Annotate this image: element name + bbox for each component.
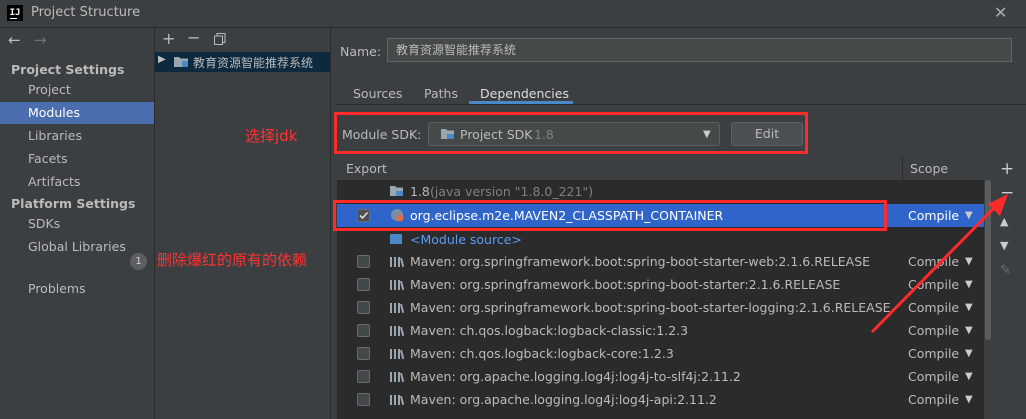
annotation-box-dependency [333, 200, 887, 231]
export-checkbox[interactable] [357, 393, 370, 406]
dependency-name: Maven: org.springframework.boot:spring-b… [410, 277, 841, 292]
module-tree-item[interactable]: ▶ 教育资源智能推荐系统 [155, 52, 330, 72]
expand-arrow-icon[interactable]: ▶ [158, 54, 166, 65]
module-name-label: 教育资源智能推荐系统 [193, 56, 314, 70]
sidebar-item-modules[interactable]: Modules [0, 102, 154, 124]
platform-settings-header: Platform Settings [11, 196, 136, 211]
forward-arrow-icon[interactable]: → [34, 31, 47, 49]
dependency-name: Maven: org.springframework.boot:spring-b… [410, 300, 891, 315]
maven-library-icon [390, 394, 405, 406]
scope-value[interactable]: Compile [908, 369, 959, 384]
scope-column-header[interactable]: Scope [910, 161, 948, 176]
close-icon[interactable]: ✕ [994, 3, 1007, 22]
jdk-name: 1.8 [410, 184, 430, 199]
project-settings-header: Project Settings [11, 62, 125, 77]
sidebar-item-global-libraries[interactable]: Global Libraries [0, 236, 154, 258]
export-column-header[interactable]: Export [346, 161, 387, 176]
sidebar-item-sdks[interactable]: SDKs [0, 213, 154, 235]
back-arrow-icon[interactable]: ← [8, 31, 21, 49]
maven-library-icon [390, 279, 405, 291]
module-folder-icon [174, 55, 189, 68]
export-checkbox[interactable] [357, 324, 370, 337]
tab-sources[interactable]: Sources [353, 86, 402, 101]
module-source-label: <Module source> [410, 232, 522, 247]
scope-value[interactable]: Compile [908, 346, 959, 361]
export-checkbox[interactable] [357, 255, 370, 268]
export-checkbox[interactable] [357, 347, 370, 360]
annotation-select-jdk: 选择jdk [245, 127, 298, 145]
export-checkbox[interactable] [357, 278, 370, 291]
add-dependency-icon[interactable]: + [1000, 159, 1014, 179]
table-row[interactable]: Maven: org.apache.logging.log4j:log4j-to… [337, 365, 984, 388]
title-bar [0, 0, 1026, 28]
tab-dependencies[interactable]: Dependencies [480, 86, 569, 101]
table-row[interactable]: Maven: org.apache.logging.log4j:log4j-ap… [337, 388, 984, 411]
dependency-name: Maven: org.apache.logging.log4j:log4j-ap… [410, 392, 717, 407]
sidebar-item-problems[interactable]: Problems [0, 278, 154, 300]
scope-value[interactable]: Compile [908, 392, 959, 407]
maven-library-icon [390, 325, 405, 337]
annotation-delete-red: 删除爆红的原有的依赖 [157, 251, 308, 269]
active-tab-indicator [469, 101, 573, 104]
table-bottom-fill [337, 411, 984, 419]
table-row[interactable]: Maven: ch.qos.logback:logback-core:1.2.3… [337, 342, 984, 365]
maven-library-icon [390, 371, 405, 383]
dependency-name: Maven: org.springframework.boot:spring-b… [410, 254, 871, 269]
maven-library-icon [390, 348, 405, 360]
add-icon[interactable]: + [162, 29, 175, 48]
remove-icon[interactable]: − [187, 28, 200, 47]
dependency-name: Maven: ch.qos.logback:logback-core:1.2.3 [410, 346, 674, 361]
problems-count-badge: 1 [130, 253, 147, 270]
sidebar-item-artifacts[interactable]: Artifacts [0, 171, 154, 193]
jdk-folder-icon [390, 185, 404, 197]
name-field[interactable]: 教育资源智能推荐系统 [387, 38, 1012, 62]
export-checkbox[interactable] [357, 370, 370, 383]
chevron-down-icon[interactable]: ▼ [965, 348, 973, 359]
app-logo-icon: IJ [7, 5, 23, 21]
column-divider [902, 157, 903, 180]
annotation-arrow [870, 194, 1008, 334]
chevron-down-icon[interactable]: ▼ [965, 394, 973, 405]
table-header [337, 157, 984, 181]
chevron-down-icon[interactable]: ▼ [965, 371, 973, 382]
annotation-box-sdk [334, 112, 808, 154]
tabs-divider [335, 104, 1026, 105]
window-title: Project Structure [31, 5, 141, 20]
sidebar-item-project[interactable]: Project [0, 79, 154, 101]
source-folder-icon [390, 233, 402, 245]
copy-icon[interactable] [214, 33, 226, 45]
dependency-name: Maven: ch.qos.logback:logback-classic:1.… [410, 323, 689, 338]
maven-library-icon [390, 302, 405, 314]
sidebar-item-facets[interactable]: Facets [0, 148, 154, 170]
modules-panel: + − ▶ 教育资源智能推荐系统 [155, 28, 331, 419]
dependency-name: Maven: org.apache.logging.log4j:log4j-to… [410, 369, 741, 384]
tab-paths[interactable]: Paths [424, 86, 458, 101]
name-label: Name: [340, 44, 382, 59]
sidebar-item-libraries[interactable]: Libraries [0, 125, 154, 147]
export-checkbox[interactable] [357, 301, 370, 314]
maven-library-icon [390, 256, 405, 268]
jdk-detail: (java version "1.8.0_221") [430, 184, 594, 199]
